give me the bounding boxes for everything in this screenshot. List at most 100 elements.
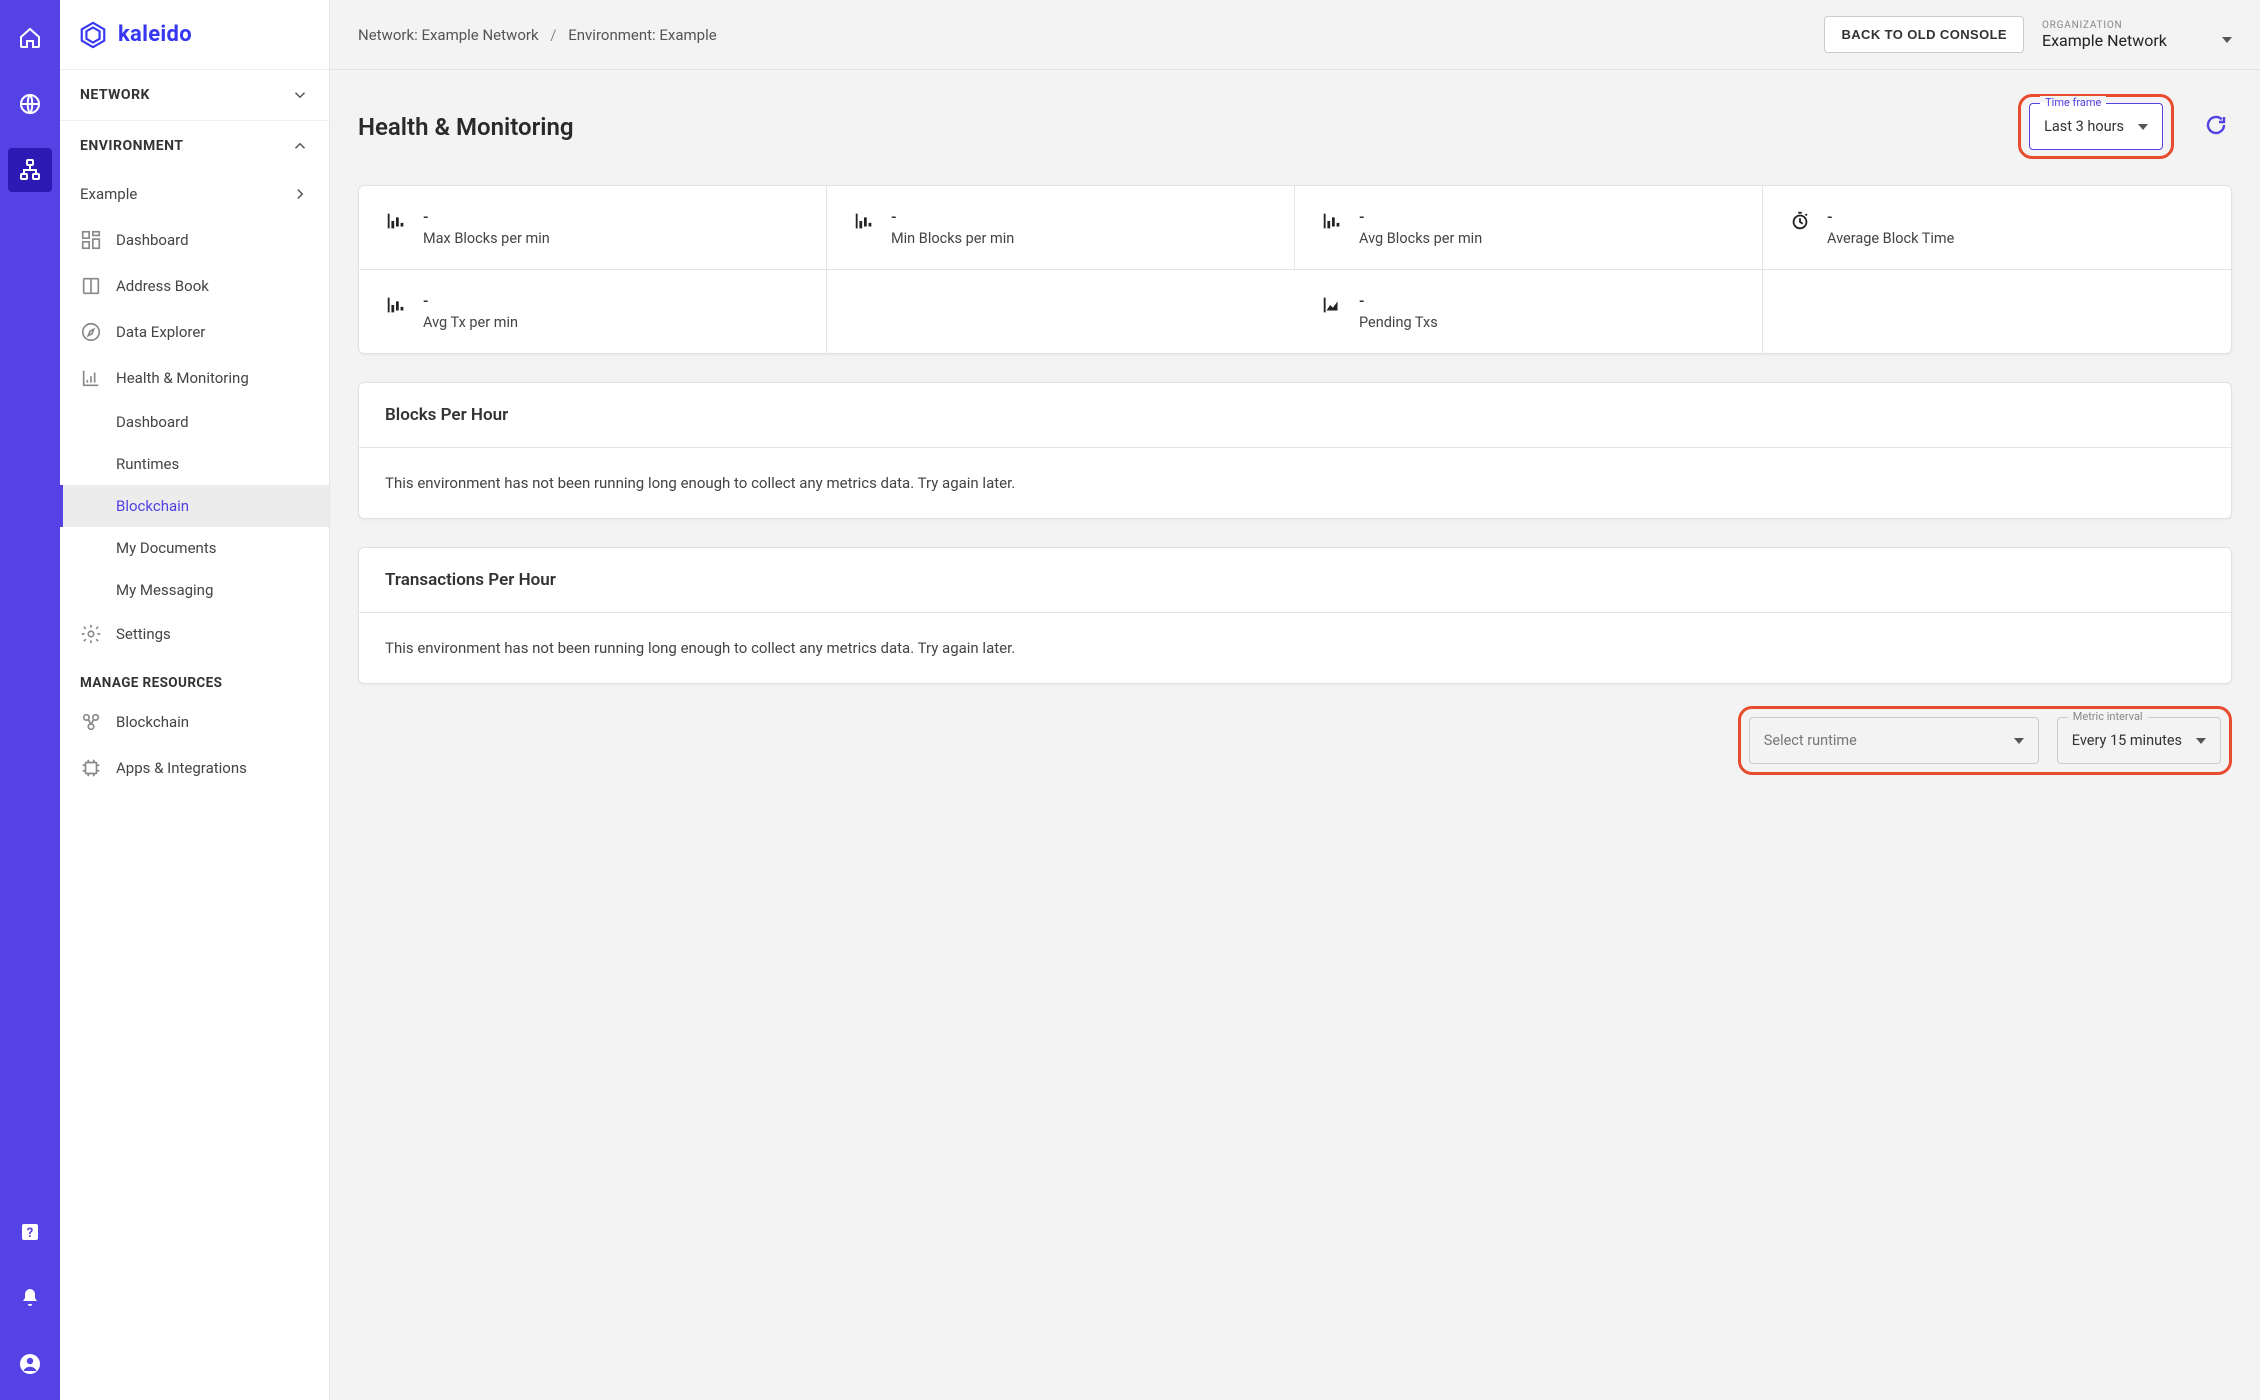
sidebar-item-label: My Messaging	[116, 581, 213, 599]
stat-label: Pending Txs	[1359, 314, 1438, 331]
rail-globe[interactable]	[8, 82, 52, 126]
rail-notifications[interactable]	[8, 1276, 52, 1320]
svg-text:?: ?	[27, 1226, 33, 1241]
nodes-icon	[80, 711, 102, 733]
rail-help[interactable]: ?	[8, 1210, 52, 1254]
account-icon	[18, 1352, 42, 1376]
crumb-network-name: Example Network	[421, 26, 538, 44]
stat-label: Min Blocks per min	[891, 230, 1014, 247]
sidebar: kaleido NETWORK ENVIRONMENT Example Dash…	[60, 0, 330, 1400]
brand[interactable]: kaleido	[60, 0, 329, 70]
sidebar-item-label: Address Book	[116, 277, 209, 295]
brand-logo-icon	[78, 20, 108, 50]
runtime-select[interactable]: Select runtime	[1749, 717, 2039, 764]
stat-value: -	[1827, 208, 1954, 226]
metric-interval-label: Metric interval	[2068, 710, 2148, 723]
sidebar-item-health[interactable]: Health & Monitoring	[60, 355, 329, 401]
sidebar-subitem-hm-dashboard[interactable]: Dashboard	[60, 401, 329, 443]
rail-account[interactable]	[8, 1342, 52, 1386]
panel-blocks-per-hour: Blocks Per Hour This environment has not…	[358, 382, 2232, 519]
timeframe-highlight: Time frame Last 3 hours	[2018, 94, 2174, 159]
sidebar-subitem-hm-mymsg[interactable]: My Messaging	[60, 569, 329, 611]
org-label: ORGANIZATION	[2042, 20, 2232, 31]
gear-icon	[80, 623, 102, 645]
page-title: Health & Monitoring	[358, 113, 2002, 141]
panel-transactions-per-hour: Transactions Per Hour This environment h…	[358, 547, 2232, 684]
stat-cell: - Min Blocks per min	[827, 186, 1295, 269]
area-icon	[1321, 294, 1343, 316]
brand-name: kaleido	[118, 22, 192, 47]
sidebar-subitem-hm-runtimes[interactable]: Runtimes	[60, 443, 329, 485]
globe-icon	[18, 92, 42, 116]
timer-icon	[1789, 210, 1811, 232]
timeframe-label: Time frame	[2040, 96, 2106, 109]
org-name: Example Network	[2042, 31, 2167, 50]
environment-section-label: ENVIRONMENT	[80, 138, 183, 154]
sidebar-item-label: Blockchain	[116, 713, 189, 731]
sidebar-item-label: Apps & Integrations	[116, 759, 247, 777]
page-header: Health & Monitoring Time frame Last 3 ho…	[358, 94, 2232, 159]
bar-icon	[385, 294, 407, 316]
chevron-down-icon	[291, 86, 309, 104]
caret-down-icon	[2196, 738, 2206, 744]
stat-label: Average Block Time	[1827, 230, 1954, 247]
runtime-placeholder: Select runtime	[1764, 732, 1857, 749]
compass-icon	[80, 321, 102, 343]
topbar: Network: Example Network / Environment: …	[330, 0, 2260, 70]
panel-title: Blocks Per Hour	[359, 383, 2231, 448]
sidebar-item-address-book[interactable]: Address Book	[60, 263, 329, 309]
caret-down-icon	[2222, 37, 2232, 43]
bell-icon	[18, 1286, 42, 1310]
stat-value: -	[423, 208, 550, 226]
rail-network[interactable]	[8, 148, 52, 192]
network-icon	[18, 158, 42, 182]
home-icon	[18, 26, 42, 50]
sidebar-env-picker[interactable]: Example	[60, 171, 329, 217]
sidebar-item-dashboard[interactable]: Dashboard	[60, 217, 329, 263]
stat-label: Avg Blocks per min	[1359, 230, 1482, 247]
main: Network: Example Network / Environment: …	[330, 0, 2260, 1400]
stat-value: -	[423, 292, 518, 310]
runtime-highlight: Select runtime Metric interval Every 15 …	[1738, 706, 2232, 775]
sidebar-item-label: My Documents	[116, 539, 216, 557]
stats-card: - Max Blocks per min - Min Blocks per min - A…	[358, 185, 2232, 354]
sidebar-item-label: Blockchain	[116, 497, 189, 515]
chevron-right-icon	[291, 185, 309, 203]
back-to-old-console-button[interactable]: BACK TO OLD CONSOLE	[1824, 16, 2024, 53]
mini-nav-rail: ?	[0, 0, 60, 1400]
stat-value: -	[891, 208, 1014, 226]
refresh-button[interactable]	[2204, 113, 2232, 141]
stat-value: -	[1359, 208, 1482, 226]
panel-empty-message: This environment has not been running lo…	[359, 448, 2231, 518]
sidebar-env-name: Example	[80, 185, 137, 203]
timeframe-select[interactable]: Time frame Last 3 hours	[2029, 103, 2163, 150]
sidebar-item-data-explorer[interactable]: Data Explorer	[60, 309, 329, 355]
sidebar-item-label: Dashboard	[116, 413, 189, 431]
metric-interval-select[interactable]: Metric interval Every 15 minutes	[2057, 717, 2221, 764]
refresh-icon	[2204, 113, 2228, 137]
address-book-icon	[80, 275, 102, 297]
metric-interval-value: Every 15 minutes	[2072, 732, 2182, 749]
sidebar-item-mr-apps[interactable]: Apps & Integrations	[60, 745, 329, 791]
sidebar-section-environment[interactable]: ENVIRONMENT	[60, 121, 329, 171]
sidebar-item-settings[interactable]: Settings	[60, 611, 329, 657]
sidebar-item-label: Dashboard	[116, 231, 189, 249]
rail-home[interactable]	[8, 16, 52, 60]
network-section-label: NETWORK	[80, 87, 150, 103]
stat-label: Max Blocks per min	[423, 230, 550, 247]
help-icon: ?	[18, 1220, 42, 1244]
sidebar-subitem-hm-mydocs[interactable]: My Documents	[60, 527, 329, 569]
runtime-row: Select runtime Metric interval Every 15 …	[358, 706, 2232, 775]
crumb-env-name: Example	[659, 26, 716, 44]
stat-value: -	[1359, 292, 1438, 310]
sidebar-section-network[interactable]: NETWORK	[60, 70, 329, 121]
sidebar-item-mr-blockchain[interactable]: Blockchain	[60, 699, 329, 745]
organization-picker[interactable]: ORGANIZATION Example Network	[2042, 20, 2232, 50]
bar-icon	[385, 210, 407, 232]
content: Health & Monitoring Time frame Last 3 ho…	[330, 70, 2260, 815]
sidebar-section-manage: MANAGE RESOURCES	[60, 657, 329, 699]
stat-cell: - Pending Txs	[1295, 270, 1763, 353]
sidebar-item-label: Health & Monitoring	[116, 369, 249, 387]
sidebar-item-label: Settings	[116, 625, 171, 643]
sidebar-subitem-hm-blockchain[interactable]: Blockchain	[60, 485, 329, 527]
